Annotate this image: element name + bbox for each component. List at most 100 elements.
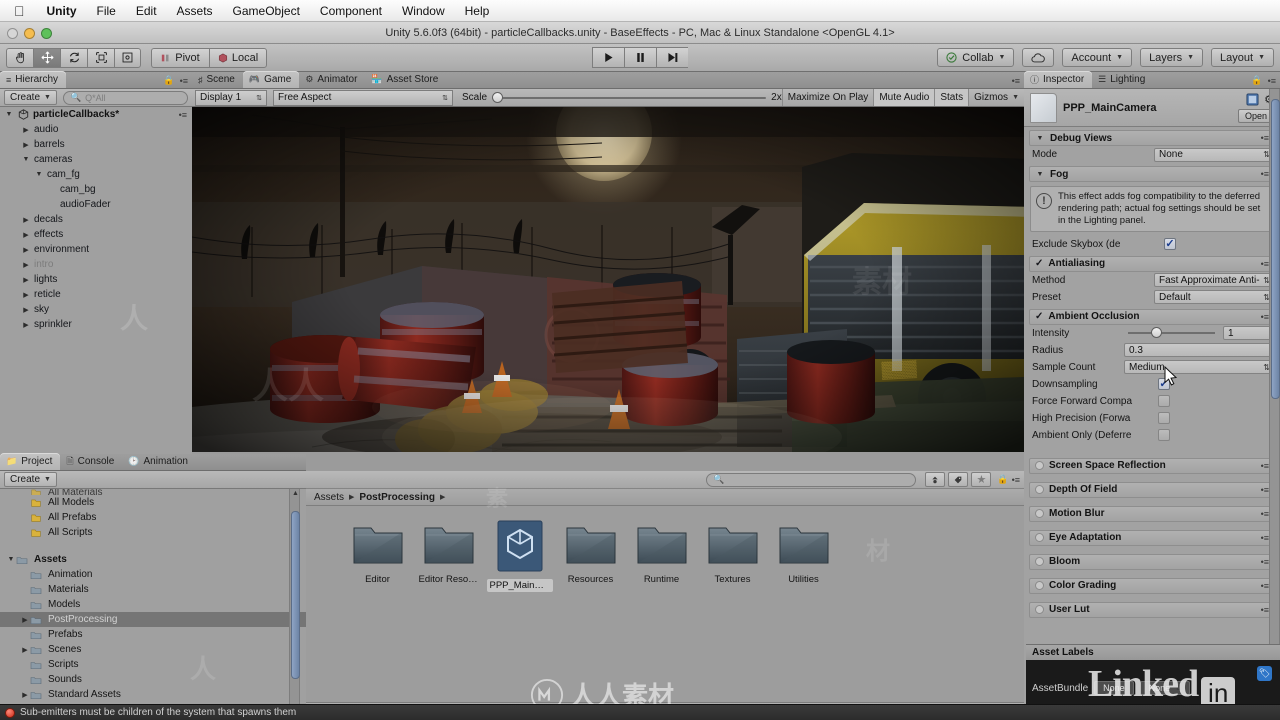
section-menu-icon[interactable]: •≡ (1261, 133, 1269, 143)
tab-animation[interactable]: 🕑 Animation (122, 453, 196, 470)
asset-grid-item[interactable]: Editor (342, 520, 413, 592)
maximize-icon[interactable] (41, 28, 52, 39)
tab-asset-store[interactable]: 🏪 Asset Store (365, 71, 446, 88)
scale-control[interactable]: Scale 2x (456, 91, 782, 103)
filter-by-label-button[interactable] (948, 472, 969, 487)
asset-grid-item[interactable]: Runtime (626, 520, 697, 592)
project-tree-item-scripts[interactable]: Scripts (0, 657, 306, 672)
property-aa-preset[interactable]: Preset Default ⇅ (1024, 289, 1280, 306)
section-motion-blur[interactable]: Motion Blur •≡ (1029, 505, 1275, 522)
intensity-slider-knob[interactable] (1150, 327, 1162, 339)
hierarchy-tree[interactable]: ▼ particleCallbacks* •≡ ▶ audio ▶ barrels ▼ c… (0, 107, 192, 454)
section-menu-icon[interactable]: •≡ (1261, 533, 1269, 543)
asset-preview-icon[interactable] (1246, 93, 1259, 106)
tab-hierarchy[interactable]: ≡ Hierarchy (0, 71, 67, 88)
play-button[interactable] (592, 47, 624, 68)
section-enable-toggle[interactable] (1035, 581, 1044, 591)
lock-icon[interactable]: 🔒 (997, 474, 1008, 485)
hierarchy-item-environment[interactable]: ▶ environment (0, 242, 192, 257)
panel-menu-icon[interactable]: •≡ (180, 76, 188, 86)
menu-assets[interactable]: Assets (177, 4, 213, 18)
menu-gameobject[interactable]: GameObject (233, 4, 300, 18)
section-ambient-occlusion[interactable]: ✓ Ambient Occlusion •≡ (1029, 308, 1275, 325)
project-tree-item-postprocessing[interactable]: ▶ PostProcessing (0, 612, 306, 627)
assetbundle-variant-dropdown[interactable]: None ⇅ (1139, 681, 1191, 695)
asset-grid-item[interactable]: Utilities (768, 520, 839, 592)
scale-tool-button[interactable] (87, 47, 114, 68)
section-menu-icon[interactable]: •≡ (1261, 461, 1269, 471)
mode-dropdown[interactable]: None ⇅ (1154, 147, 1275, 162)
hierarchy-item-audio[interactable]: ▶ audio (0, 122, 192, 137)
tab-lighting[interactable]: ☰ Lighting (1092, 71, 1153, 88)
scale-slider-knob[interactable] (492, 91, 504, 103)
section-color-grading[interactable]: Color Grading •≡ (1029, 577, 1275, 594)
close-icon[interactable] (7, 28, 18, 39)
ambient-only-checkbox[interactable]: ✓ (1158, 429, 1170, 442)
menu-unity[interactable]: Unity (47, 4, 77, 18)
hierarchy-tab-controls[interactable]: 🔒 •≡ (163, 75, 188, 86)
lock-icon[interactable]: 🔒 (163, 75, 174, 86)
project-tree-item-sounds[interactable]: Sounds (0, 672, 306, 687)
hierarchy-item-decals[interactable]: ▶ decals (0, 212, 192, 227)
chevron-down-icon[interactable]: ▼ (4, 111, 14, 118)
inspector-tab-controls[interactable]: 🔒 •≡ (1251, 75, 1276, 86)
hierarchy-item-audiofader[interactable]: audioFader (0, 197, 192, 212)
project-tree-item-all-models[interactable]: All Models (0, 495, 306, 510)
property-ao-ambient-only[interactable]: Ambient Only (Deferre ✓ (1024, 427, 1280, 444)
check-icon[interactable]: ✓ (1035, 311, 1043, 322)
chevron-right-icon[interactable]: ▶ (21, 306, 31, 314)
hierarchy-item-lights[interactable]: ▶ lights (0, 272, 192, 287)
chevron-down-icon[interactable]: ▼ (1035, 135, 1045, 142)
tab-console[interactable]: 🗎 Console (60, 453, 122, 470)
menu-file[interactable]: File (97, 4, 116, 18)
project-tree-item-assets[interactable]: ▼ Assets (0, 552, 306, 567)
tab-inspector[interactable]: ⓘ Inspector (1024, 71, 1093, 88)
property-ao-radius[interactable]: Radius 0.3 (1024, 342, 1280, 359)
gizmos-dropdown[interactable]: Gizmos ▼ (968, 89, 1024, 106)
chevron-down-icon[interactable]: ▼ (21, 156, 31, 163)
chevron-right-icon[interactable]: ▶ (21, 246, 31, 254)
inspector-content[interactable]: PPP_MainCamera ⚙ Open ▼ Debug Views •≡ M… (1024, 89, 1280, 720)
property-exclude-skybox[interactable]: Exclude Skybox (de ✓ (1024, 236, 1280, 253)
section-depth-of-field[interactable]: Depth Of Field •≡ (1029, 481, 1275, 498)
section-menu-icon[interactable]: •≡ (1261, 259, 1269, 269)
chevron-right-icon[interactable]: ▶ (21, 126, 31, 134)
gameview-tab-controls[interactable]: •≡ (1012, 76, 1020, 86)
chevron-right-icon[interactable]: ▶ (21, 261, 31, 269)
chevron-right-icon[interactable]: ▶ (20, 646, 30, 654)
editor-status-bar[interactable]: Sub-emitters must be children of the sys… (0, 704, 1280, 720)
section-fog[interactable]: ▼ Fog •≡ (1029, 166, 1275, 182)
mute-audio-toggle[interactable]: Mute Audio (873, 89, 935, 106)
scene-options-icon[interactable]: •≡ (179, 110, 187, 120)
intensity-slider[interactable] (1128, 327, 1215, 339)
project-tree-scrollbar[interactable]: ▲ ▼ (289, 489, 300, 720)
breadcrumb-postprocessing[interactable]: PostProcessing (359, 492, 435, 503)
tab-scene[interactable]: ♯ Scene (192, 71, 243, 88)
downsampling-checkbox[interactable]: ✓ (1158, 378, 1170, 391)
property-ao-downsampling[interactable]: Downsampling ✓ (1024, 376, 1280, 393)
property-ao-intensity[interactable]: Intensity 1 (1024, 325, 1280, 342)
section-menu-icon[interactable]: •≡ (1261, 169, 1269, 179)
section-enable-toggle[interactable] (1035, 605, 1044, 615)
inspector-scrollbar[interactable] (1269, 89, 1280, 720)
display-dropdown[interactable]: Display 1 ⇅ (195, 89, 267, 106)
local-toggle-button[interactable]: Local (209, 47, 267, 68)
chevron-right-icon[interactable]: ▶ (21, 216, 31, 224)
project-search-input[interactable]: 🔍 (706, 472, 917, 487)
label-tag-icon[interactable]: 🏷 (1257, 666, 1272, 681)
asset-grid-item[interactable]: Resources (555, 520, 626, 592)
scroll-up-icon[interactable]: ▲ (291, 490, 300, 499)
chevron-right-icon[interactable]: ▶ (21, 141, 31, 149)
section-enable-toggle[interactable] (1035, 533, 1044, 543)
tab-animator[interactable]: ⚙ Animator (299, 71, 365, 88)
apple-logo-icon[interactable]:  (14, 4, 25, 18)
rotate-tool-button[interactable] (60, 47, 87, 68)
project-tree-item-models[interactable]: Models (0, 597, 306, 612)
section-menu-icon[interactable]: •≡ (1261, 557, 1269, 567)
layers-button[interactable]: Layers ▼ (1140, 48, 1204, 67)
section-menu-icon[interactable]: •≡ (1261, 485, 1269, 495)
hierarchy-item-intro[interactable]: ▶ intro (0, 257, 192, 272)
move-tool-button[interactable] (33, 47, 60, 68)
menu-help[interactable]: Help (465, 4, 490, 18)
hierarchy-scene-root[interactable]: ▼ particleCallbacks* •≡ (0, 107, 192, 122)
